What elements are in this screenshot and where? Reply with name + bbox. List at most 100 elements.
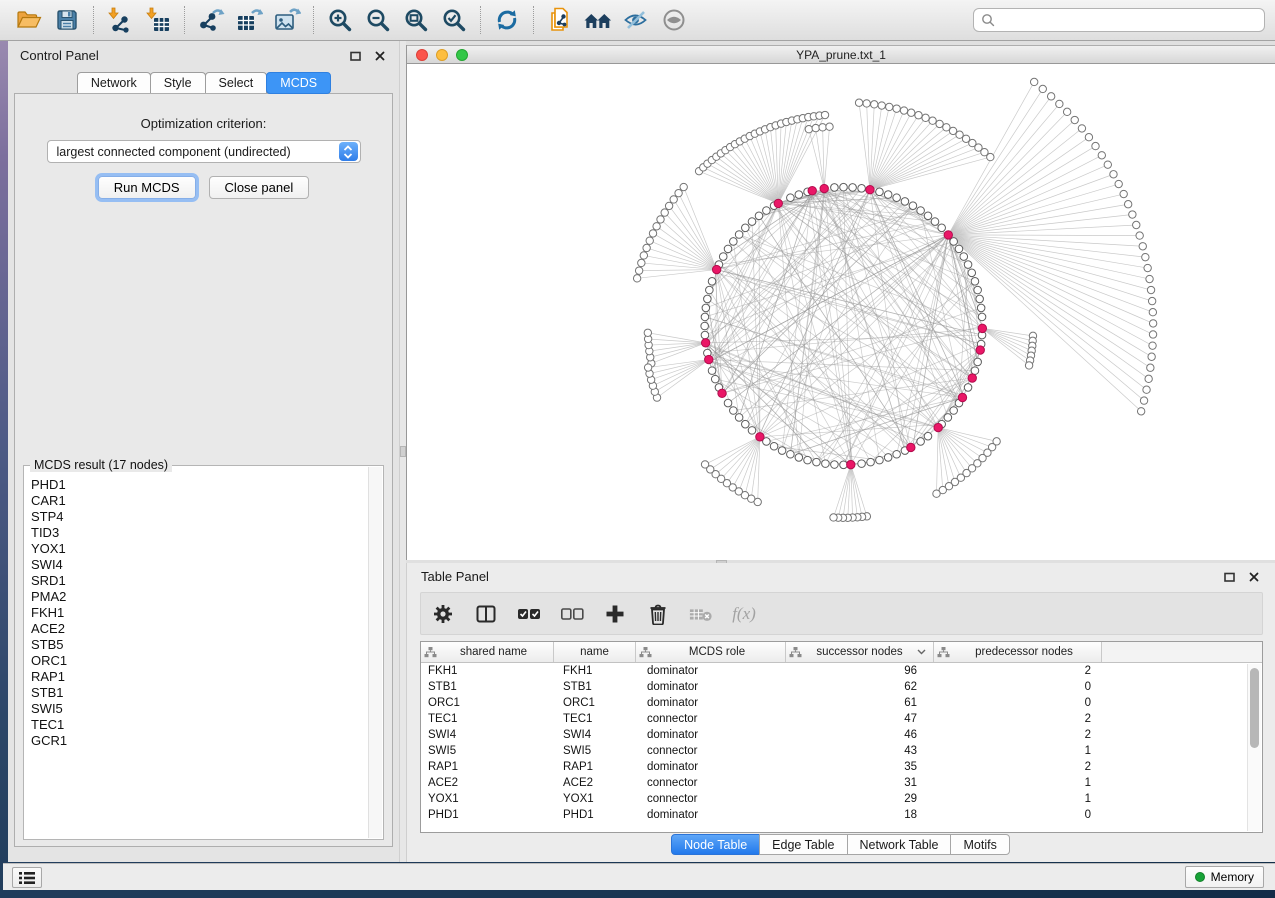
table-row[interactable]: ORC1ORC1dominator610 [421, 695, 1262, 711]
network-node[interactable] [680, 183, 687, 190]
network-node[interactable] [950, 238, 958, 246]
network-node[interactable] [644, 364, 651, 371]
network-node[interactable] [1149, 342, 1156, 349]
mcds-network-node[interactable] [712, 265, 720, 273]
network-node[interactable] [960, 253, 968, 261]
network-node[interactable] [770, 442, 778, 450]
table-cell[interactable]: 47 [786, 711, 934, 727]
network-node[interactable] [795, 191, 803, 199]
network-node[interactable] [1139, 243, 1146, 250]
mcds-network-node[interactable] [847, 460, 855, 468]
network-node[interactable] [657, 216, 664, 223]
table-cell[interactable]: 1 [934, 791, 1102, 807]
network-node[interactable] [936, 120, 943, 127]
mcds-network-node[interactable] [705, 355, 713, 363]
network-node[interactable] [1120, 190, 1127, 197]
mcds-result-item[interactable]: PHD1 [31, 477, 368, 493]
network-node[interactable] [876, 456, 884, 464]
network-node[interactable] [640, 252, 647, 259]
table-cell[interactable]: RAP1 [554, 759, 636, 775]
table-cell[interactable]: dominator [636, 807, 786, 823]
network-node[interactable] [1110, 171, 1117, 178]
network-node[interactable] [968, 269, 976, 277]
network-node[interactable] [1137, 408, 1144, 415]
scrollbar-thumb[interactable] [1250, 668, 1259, 748]
table-cell[interactable]: 46 [786, 727, 934, 743]
network-node[interactable] [649, 230, 656, 237]
mcds-result-item[interactable]: SWI4 [31, 557, 368, 573]
table-cell[interactable]: STB1 [421, 679, 554, 695]
table-row[interactable]: RAP1RAP1dominator352 [421, 759, 1262, 775]
table-cell[interactable] [1102, 663, 1262, 679]
network-node[interactable] [1144, 264, 1151, 271]
network-file-button[interactable] [541, 3, 579, 37]
refresh-network-button[interactable] [488, 3, 526, 37]
network-node[interactable] [900, 107, 907, 114]
network-node[interactable] [1085, 134, 1092, 141]
network-node[interactable] [1142, 253, 1149, 260]
network-node[interactable] [1140, 397, 1147, 404]
network-node[interactable] [1149, 320, 1156, 327]
network-node[interactable] [943, 124, 950, 131]
network-node[interactable] [644, 329, 651, 336]
table-cell[interactable] [1102, 807, 1262, 823]
table-cell[interactable]: ACE2 [421, 775, 554, 791]
table-cell[interactable]: YOX1 [554, 791, 636, 807]
network-node[interactable] [805, 126, 812, 133]
mcds-network-node[interactable] [978, 324, 986, 332]
mcds-network-node[interactable] [907, 443, 915, 451]
network-node[interactable] [813, 458, 821, 466]
open-file-button[interactable] [10, 3, 48, 37]
network-node[interactable] [821, 111, 828, 118]
network-node[interactable] [701, 461, 708, 468]
show-all-button[interactable] [655, 3, 693, 37]
network-node[interactable] [763, 207, 771, 215]
table-cell[interactable]: dominator [636, 695, 786, 711]
mcds-result-item[interactable]: SRD1 [31, 573, 368, 589]
table-cell[interactable]: TEC1 [421, 711, 554, 727]
tab-node-table[interactable]: Node Table [671, 834, 760, 855]
toggle-column-button[interactable] [474, 601, 498, 627]
tab-style[interactable]: Style [150, 72, 206, 93]
table-cell[interactable]: dominator [636, 663, 786, 679]
network-node[interactable] [922, 114, 929, 121]
network-view[interactable] [407, 64, 1275, 560]
hide-selected-button[interactable] [617, 3, 655, 37]
table-cell[interactable]: FKH1 [421, 663, 554, 679]
network-node[interactable] [1092, 142, 1099, 149]
table-cell[interactable] [1102, 695, 1262, 711]
network-node[interactable] [1078, 125, 1085, 132]
mcds-result-item[interactable]: FKH1 [31, 605, 368, 621]
network-node[interactable] [977, 304, 985, 312]
run-mcds-button[interactable]: Run MCDS [98, 176, 196, 199]
network-node[interactable] [787, 194, 795, 202]
table-cell[interactable] [1102, 679, 1262, 695]
mcds-result-item[interactable]: PMA2 [31, 589, 368, 605]
network-node[interactable] [1148, 353, 1155, 360]
mcds-result-item[interactable]: GCR1 [31, 733, 368, 749]
table-cell[interactable]: 96 [786, 663, 934, 679]
mcds-network-node[interactable] [774, 199, 782, 207]
network-node[interactable] [1115, 180, 1122, 187]
table-cell[interactable] [1102, 791, 1262, 807]
network-node[interactable] [1145, 375, 1152, 382]
mcds-result-item[interactable]: ORC1 [31, 653, 368, 669]
network-node[interactable] [964, 261, 972, 269]
network-node[interactable] [730, 238, 738, 246]
network-node[interactable] [735, 414, 743, 422]
table-cell[interactable]: ORC1 [554, 695, 636, 711]
network-node[interactable] [1063, 108, 1070, 115]
network-node[interactable] [646, 237, 653, 244]
table-cell[interactable]: YOX1 [421, 791, 554, 807]
column-header-successor-nodes[interactable]: successor nodes [786, 642, 934, 662]
network-node[interactable] [643, 244, 650, 251]
table-row[interactable]: SWI4SWI4dominator462 [421, 727, 1262, 743]
network-node[interactable] [987, 153, 994, 160]
import-table-button[interactable] [139, 3, 177, 37]
network-node[interactable] [708, 367, 716, 375]
network-node[interactable] [701, 331, 709, 339]
tab-network[interactable]: Network [77, 72, 151, 93]
column-header-name[interactable]: name [554, 642, 636, 662]
network-node[interactable] [978, 313, 986, 321]
network-node[interactable] [893, 105, 900, 112]
